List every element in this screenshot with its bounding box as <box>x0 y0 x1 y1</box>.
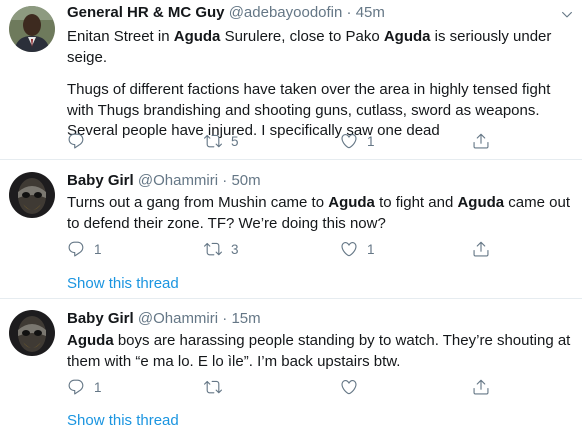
timestamp[interactable]: 50m <box>231 172 260 189</box>
like-button[interactable] <box>340 377 367 397</box>
reply-button[interactable]: 1 <box>67 377 102 397</box>
avatar[interactable] <box>9 172 55 218</box>
reply-count: 1 <box>94 379 102 395</box>
like-icon <box>340 378 358 396</box>
chevron-down-icon[interactable] <box>560 8 574 22</box>
author-handle[interactable]: @Ohammiri <box>138 172 218 189</box>
highlighted-keyword: Aguda <box>328 194 375 211</box>
text-run: boys are harassing people standing by to… <box>67 332 571 370</box>
author-name[interactable]: Baby Girl <box>67 310 134 327</box>
retweet-count: 5 <box>231 133 239 149</box>
tweet-actions: 5 1 <box>67 131 527 151</box>
text-run: Surulere, close to Pako <box>220 28 384 45</box>
retweet-count: 3 <box>231 241 239 257</box>
tweet-text: Aguda boys are harassing people standing… <box>67 331 577 372</box>
author-handle[interactable]: @Ohammiri <box>138 310 218 327</box>
highlighted-keyword: Aguda <box>457 194 505 211</box>
tweet[interactable]: Baby Girl @Ohammiri · 15m Aguda boys are… <box>0 299 582 429</box>
avatar[interactable] <box>9 310 55 356</box>
tweet-paragraph: Enitan Street in Aguda Surulere, close t… <box>67 27 577 68</box>
reply-icon <box>67 378 85 396</box>
like-button[interactable]: 1 <box>340 239 375 259</box>
highlighted-keyword: Aguda <box>383 28 431 45</box>
share-icon <box>472 240 490 258</box>
timestamp[interactable]: 45m <box>356 4 385 21</box>
tweet-actions: 1 3 1 <box>67 239 527 259</box>
text-run: Enitan Street in <box>67 28 174 45</box>
retweet-button[interactable] <box>204 377 231 397</box>
tweet-text: Turns out a gang from Mushin came to Agu… <box>67 193 577 234</box>
retweet-icon <box>204 132 222 150</box>
show-thread-link[interactable]: Show this thread <box>67 412 179 429</box>
separator-dot: · <box>222 172 228 189</box>
reply-button[interactable]: 1 <box>67 239 102 259</box>
tweet-text: Enitan Street in Aguda Surulere, close t… <box>67 27 577 142</box>
retweet-button[interactable]: 5 <box>204 131 239 151</box>
text-run: Turns out a gang from Mushin came to <box>67 194 329 211</box>
like-icon <box>340 132 358 150</box>
separator-dot: · <box>346 4 352 21</box>
author-name[interactable]: General HR & MC Guy <box>67 4 225 21</box>
text-run: to fight and <box>374 194 458 211</box>
reply-button[interactable] <box>67 131 94 151</box>
share-icon <box>472 132 490 150</box>
highlighted-keyword: Aguda <box>173 28 221 45</box>
show-thread-link[interactable]: Show this thread <box>67 275 179 292</box>
reply-icon <box>67 240 85 258</box>
retweet-icon <box>204 378 222 396</box>
tweet-paragraph: Aguda boys are harassing people standing… <box>67 331 577 372</box>
avatar[interactable] <box>9 6 55 52</box>
share-button[interactable] <box>472 131 490 151</box>
retweet-icon <box>204 240 222 258</box>
like-count: 1 <box>367 241 375 257</box>
timestamp[interactable]: 15m <box>231 310 260 327</box>
separator-dot: · <box>222 310 228 327</box>
like-button[interactable]: 1 <box>340 131 375 151</box>
like-icon <box>340 240 358 258</box>
author-name[interactable]: Baby Girl <box>67 172 134 189</box>
reply-count: 1 <box>94 241 102 257</box>
like-count: 1 <box>367 133 375 149</box>
highlighted-keyword: Aguda <box>67 332 114 349</box>
tweet-paragraph: Turns out a gang from Mushin came to Agu… <box>67 193 577 234</box>
tweet[interactable]: General HR & MC Guy @adebayoodofin · 45m… <box>0 0 582 159</box>
author-handle[interactable]: @adebayoodofin <box>229 4 343 21</box>
retweet-button[interactable]: 3 <box>204 239 239 259</box>
share-icon <box>472 378 490 396</box>
reply-icon <box>67 132 85 150</box>
share-button[interactable] <box>472 377 490 397</box>
tweet[interactable]: Baby Girl @Ohammiri · 50m Turns out a ga… <box>0 160 582 298</box>
share-button[interactable] <box>472 239 490 259</box>
tweet-actions: 1 <box>67 377 527 397</box>
